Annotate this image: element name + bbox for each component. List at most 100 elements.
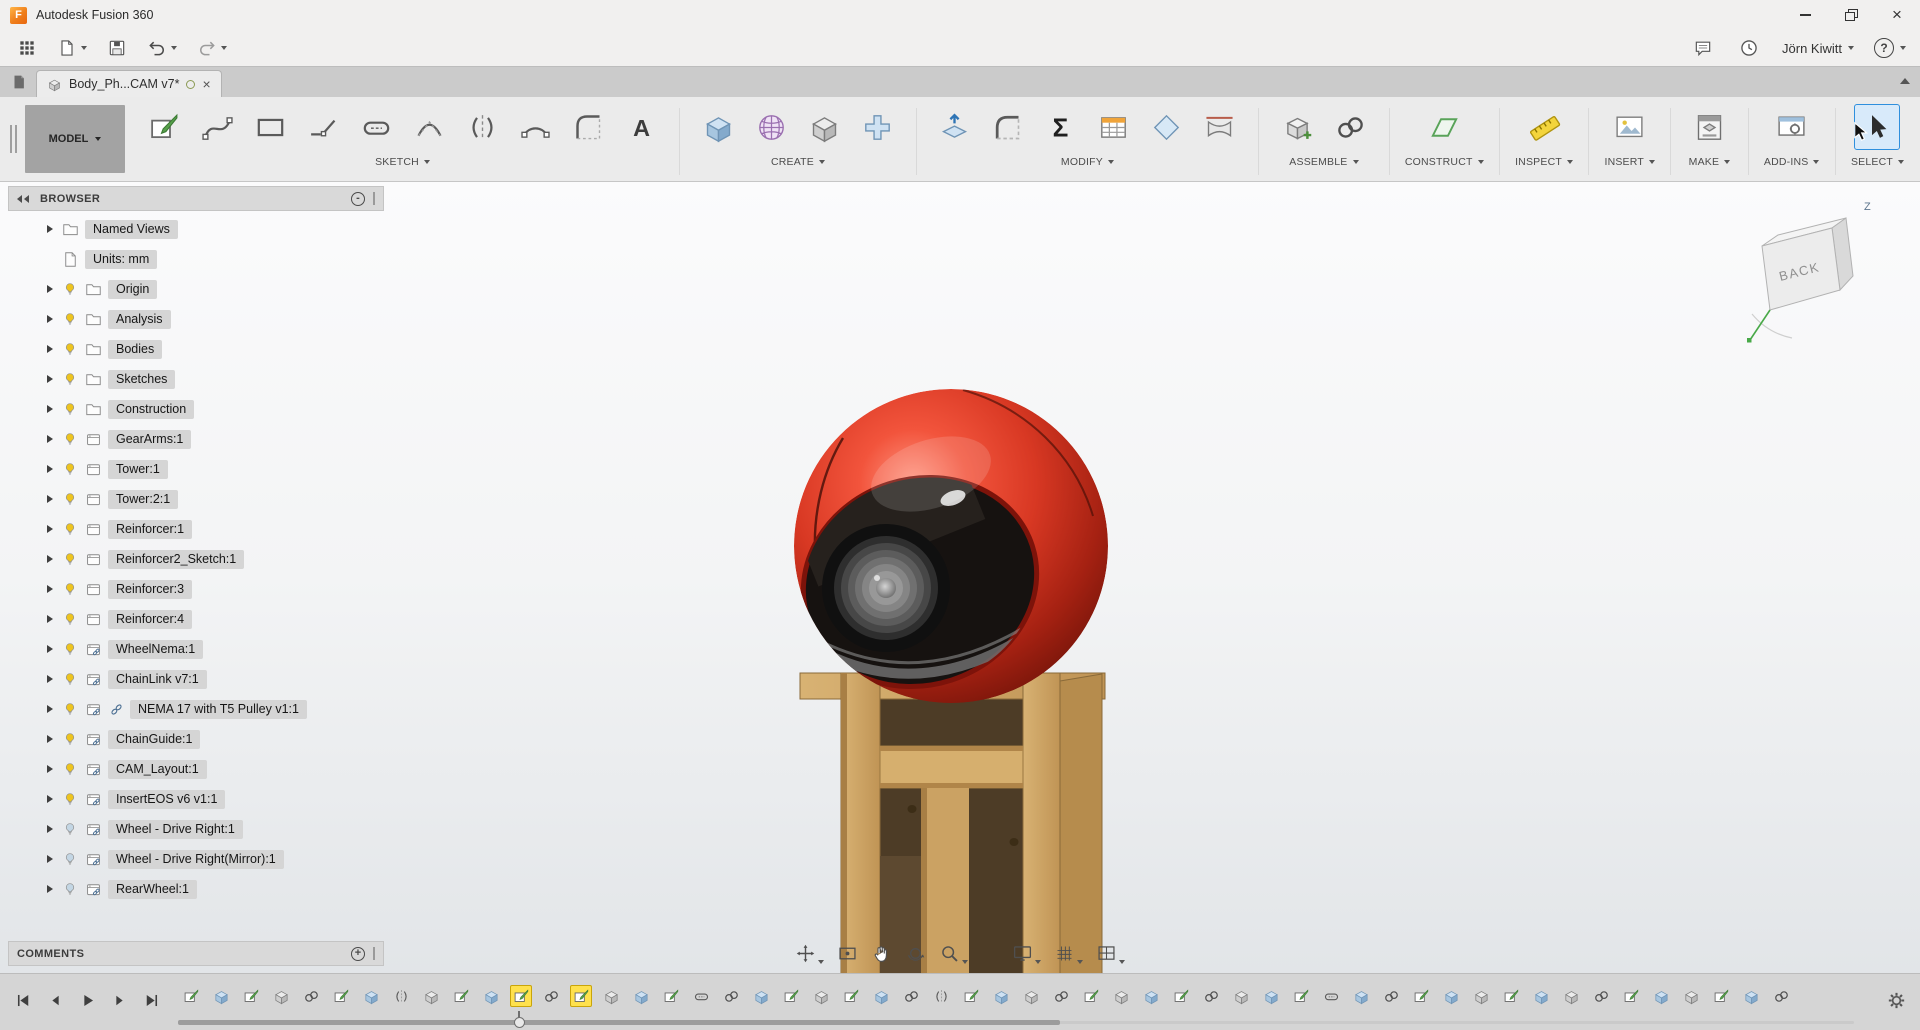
ribbon-menu-select[interactable]: SELECT — [1851, 156, 1904, 168]
timeline-feature-sketch[interactable] — [1500, 985, 1522, 1007]
document-tab[interactable]: Body_Ph...CAM v7* — [36, 70, 222, 97]
timeline-feature-joint[interactable] — [720, 985, 742, 1007]
browser-item[interactable]: Tower:2:1 — [8, 484, 384, 514]
timeline-feature-joint[interactable] — [1380, 985, 1402, 1007]
tool-sigma-button[interactable] — [1038, 104, 1084, 150]
timeline-feature-box[interactable] — [1230, 985, 1252, 1007]
timeline-feature-sketch[interactable] — [1080, 985, 1102, 1007]
timeline-feature-box[interactable] — [600, 985, 622, 1007]
document-stack-icon[interactable] — [10, 73, 28, 91]
restore-button[interactable] — [1828, 0, 1874, 30]
timeline-feature-box[interactable] — [1110, 985, 1132, 1007]
tool-joint-button[interactable] — [1327, 104, 1373, 150]
browser-item[interactable]: GearArms:1 — [8, 424, 384, 454]
tab-close-button[interactable] — [202, 76, 210, 92]
timeline-feature-box[interactable] — [1020, 985, 1042, 1007]
timeline-feature-box[interactable] — [1680, 985, 1702, 1007]
visibility-toggle[interactable] — [61, 821, 79, 837]
timeline-scrollbar[interactable] — [178, 1020, 1060, 1025]
timeline-options-gear[interactable] — [1885, 989, 1908, 1017]
timeline-feature-extrude[interactable] — [210, 985, 232, 1007]
browser-item[interactable]: Construction — [8, 394, 384, 424]
tool-extrude-button[interactable] — [695, 104, 741, 150]
expand-arrow-icon[interactable] — [44, 405, 56, 413]
timeline-feature-joint[interactable] — [540, 985, 562, 1007]
timeline-feature-joint[interactable] — [1200, 985, 1222, 1007]
ribbon-menu-create[interactable]: CREATE — [771, 156, 825, 168]
tool-sketch-create-button[interactable] — [141, 104, 187, 150]
play-button[interactable] — [74, 987, 101, 1014]
timeline-feature-hole[interactable] — [1320, 985, 1342, 1007]
panel-grip[interactable] — [373, 192, 375, 205]
browser-item[interactable]: ChainGuide:1 — [8, 724, 384, 754]
timeline-feature-sketch[interactable] — [570, 985, 592, 1007]
browser-item[interactable]: Named Views — [8, 214, 384, 244]
look-at-button[interactable] — [834, 940, 861, 967]
timeline-feature-joint[interactable] — [900, 985, 922, 1007]
browser-item-label[interactable]: Tower:1 — [108, 459, 168, 479]
tool-line-button[interactable] — [300, 104, 346, 150]
ribbon-menu-add-ins[interactable]: ADD-INS — [1764, 156, 1820, 168]
timeline-feature-extrude[interactable] — [870, 985, 892, 1007]
browser-item[interactable]: Origin — [8, 274, 384, 304]
tool-params-table-button[interactable] — [1091, 104, 1137, 150]
timeline-feature-mirror[interactable] — [930, 985, 952, 1007]
expand-arrow-icon[interactable] — [44, 765, 56, 773]
timeline-feature-sketch[interactable] — [1170, 985, 1192, 1007]
expand-arrow-icon[interactable] — [44, 855, 56, 863]
timeline-feature-box[interactable] — [270, 985, 292, 1007]
browser-item-label[interactable]: NEMA 17 with T5 Pulley v1:1 — [130, 699, 307, 719]
job-status-button[interactable] — [1736, 35, 1762, 61]
expand-arrow-icon[interactable] — [44, 225, 56, 233]
expand-arrow-icon[interactable] — [44, 375, 56, 383]
timeline-feature-sketch[interactable] — [1710, 985, 1732, 1007]
browser-item[interactable]: CAM_Layout:1 — [8, 754, 384, 784]
browser-item-label[interactable]: InsertEOS v6 v1:1 — [108, 789, 226, 809]
expand-arrow-icon[interactable] — [44, 465, 56, 473]
browser-item-label[interactable]: CAM_Layout:1 — [108, 759, 207, 779]
save-button[interactable] — [104, 35, 130, 61]
tool-split-button[interactable] — [1197, 104, 1243, 150]
timeline-feature-sketch[interactable] — [840, 985, 862, 1007]
browser-item-label[interactable]: Named Views — [85, 219, 178, 239]
expand-arrow-icon[interactable] — [44, 435, 56, 443]
tool-press-pull-button[interactable] — [932, 104, 978, 150]
display-settings-button[interactable] — [1009, 940, 1044, 967]
comments-expand-icon[interactable] — [351, 946, 365, 961]
expand-arrow-icon[interactable] — [44, 495, 56, 503]
collapse-panel-icon[interactable] — [17, 194, 31, 203]
visibility-toggle[interactable] — [61, 881, 79, 897]
collapse-toolbar-chevron-icon[interactable] — [1900, 78, 1910, 84]
browser-item[interactable]: RearWheel:1 — [8, 874, 384, 904]
timeline-feature-box[interactable] — [420, 985, 442, 1007]
view-cube[interactable]: BACK Z — [1734, 194, 1894, 354]
browser-item[interactable]: WheelNema:1 — [8, 634, 384, 664]
visibility-toggle[interactable] — [61, 701, 79, 717]
visibility-toggle[interactable] — [61, 581, 79, 597]
ribbon-menu-inspect[interactable]: INSPECT — [1515, 156, 1573, 168]
tool-measure-button[interactable] — [1521, 104, 1567, 150]
tool-new-component-button[interactable] — [1274, 104, 1320, 150]
browser-item[interactable]: Reinforcer:3 — [8, 574, 384, 604]
tool-print3d-button[interactable] — [1686, 104, 1732, 150]
step-back-button[interactable] — [42, 987, 69, 1014]
ribbon-menu-modify[interactable]: MODIFY — [1061, 156, 1114, 168]
tool-plane-button[interactable] — [1421, 104, 1467, 150]
visibility-toggle[interactable] — [61, 521, 79, 537]
visibility-toggle[interactable] — [61, 461, 79, 477]
timeline-playhead[interactable] — [513, 1011, 525, 1028]
tool-canvas-image-button[interactable] — [1607, 104, 1653, 150]
timeline-feature-sketch[interactable] — [450, 985, 472, 1007]
ribbon-menu-insert[interactable]: INSERT — [1604, 156, 1655, 168]
grid-snaps-button[interactable] — [1051, 940, 1086, 967]
timeline-feature-sketch[interactable] — [510, 985, 532, 1007]
expand-arrow-icon[interactable] — [44, 825, 56, 833]
timeline-feature-extrude[interactable] — [1530, 985, 1552, 1007]
timeline-feature-extrude[interactable] — [1350, 985, 1372, 1007]
timeline-feature-joint[interactable] — [1050, 985, 1072, 1007]
expand-arrow-icon[interactable] — [44, 885, 56, 893]
expand-arrow-icon[interactable] — [44, 285, 56, 293]
timeline-feature-sketch[interactable] — [660, 985, 682, 1007]
browser-item-label[interactable]: RearWheel:1 — [108, 879, 197, 899]
browser-collapse-all-icon[interactable] — [351, 191, 365, 206]
